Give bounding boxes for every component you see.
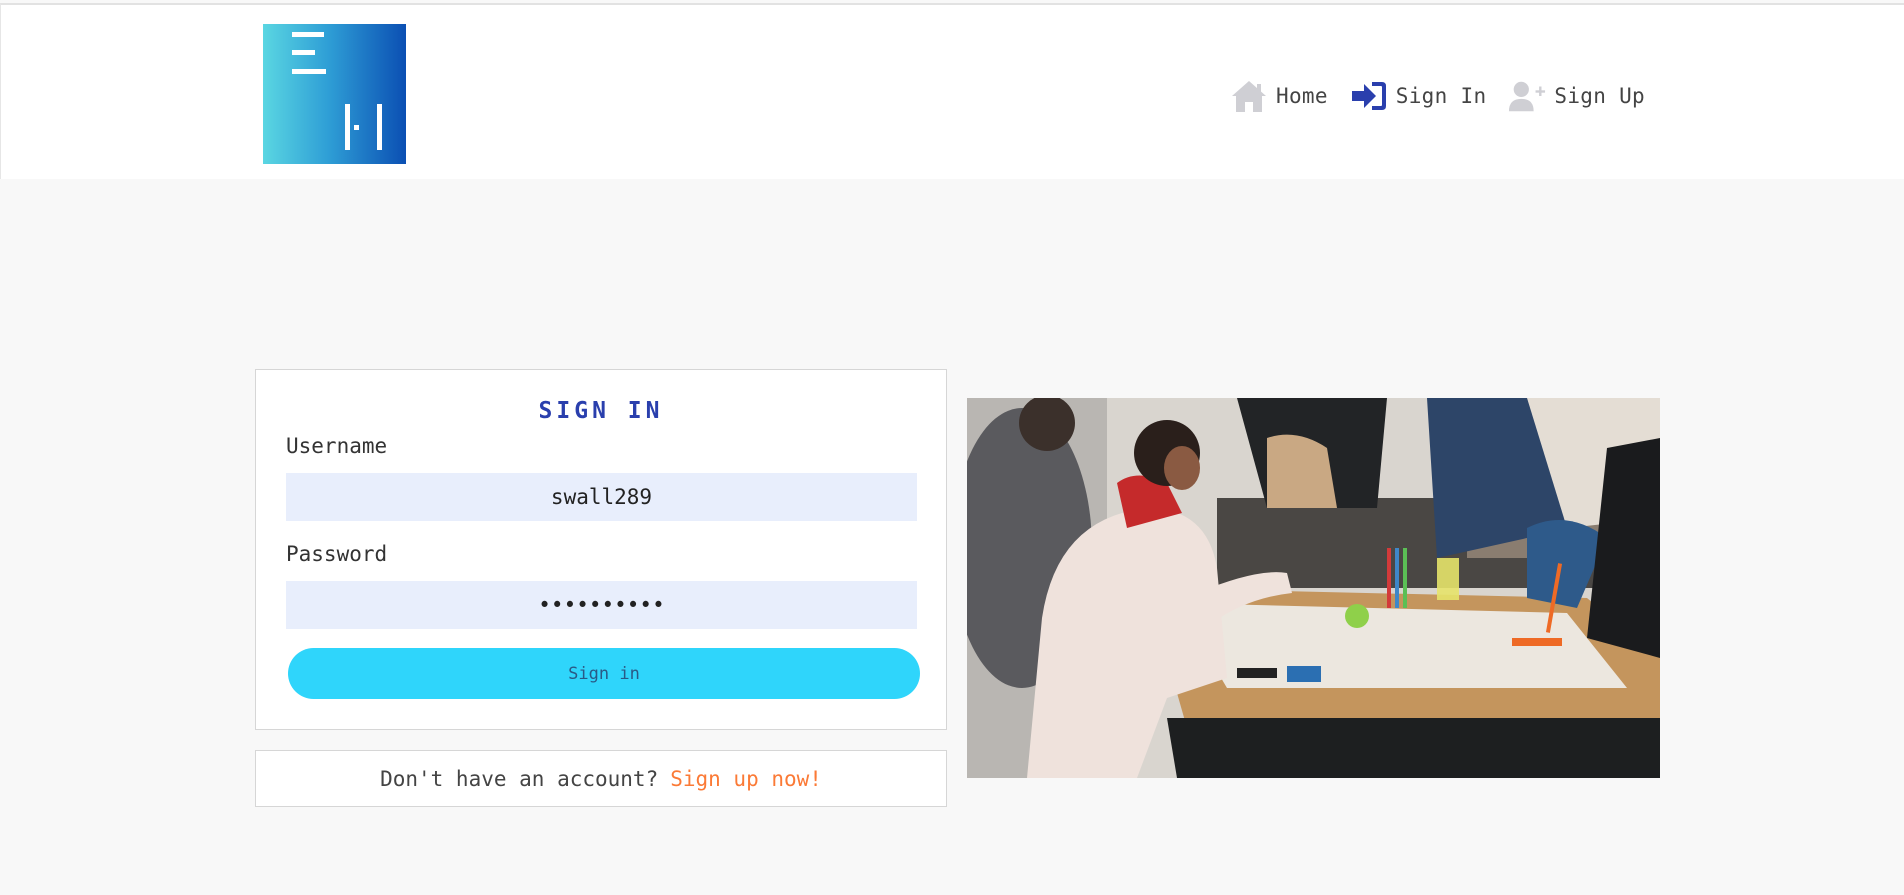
- sign-in-card: SIGN IN Username Password Sign in: [255, 369, 947, 730]
- nav-sign-in-label: Sign In: [1395, 84, 1487, 108]
- sign-in-icon: [1350, 79, 1388, 113]
- username-label: Username: [286, 434, 388, 458]
- logo-mark-icon: [292, 32, 382, 150]
- signup-prompt-box: Don't have an account? Sign up now!: [255, 750, 947, 807]
- signup-prompt-text: Don't have an account?: [380, 766, 659, 791]
- add-user-icon: [1508, 79, 1546, 113]
- sign-in-title: SIGN IN: [538, 398, 664, 424]
- password-label: Password: [286, 542, 388, 566]
- password-input[interactable]: [286, 581, 917, 629]
- nav-sign-up-label: Sign Up: [1554, 84, 1645, 108]
- top-header: Home Sign In Sign Up: [0, 3, 1904, 179]
- nav-home-label: Home: [1276, 84, 1328, 108]
- students-photo: [967, 398, 1660, 778]
- nav-sign-up[interactable]: Sign Up: [1508, 79, 1645, 113]
- home-icon: [1230, 79, 1268, 113]
- main-nav: Home Sign In Sign Up: [1230, 77, 1645, 115]
- nav-home[interactable]: Home: [1230, 79, 1328, 113]
- sign-in-button[interactable]: Sign in: [288, 648, 920, 699]
- username-input[interactable]: [286, 473, 917, 521]
- site-logo[interactable]: [263, 24, 406, 164]
- signup-link[interactable]: Sign up now!: [670, 767, 822, 791]
- nav-sign-in[interactable]: Sign In: [1350, 79, 1487, 113]
- students-photo-image: [967, 398, 1660, 778]
